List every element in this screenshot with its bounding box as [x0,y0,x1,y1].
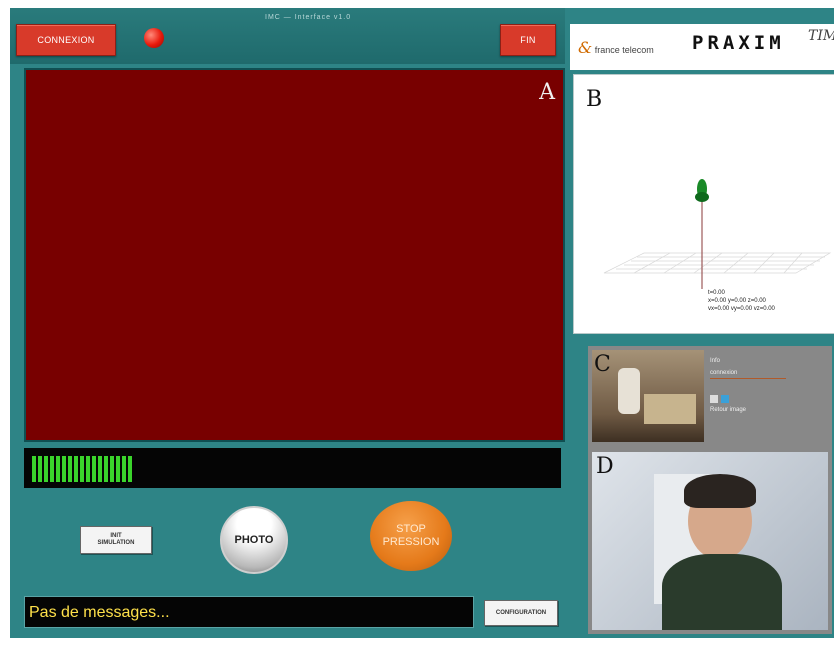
panel-a-label: A [539,80,555,105]
3d-view-panel-b: B t=0.00 x=0.00 y=0.00 z=0.00 vx=0.00 vy… [573,74,834,334]
panel-c-icons [710,395,828,403]
level-meter-segment [38,456,42,482]
checkbox-icon[interactable] [710,395,718,403]
level-meter-segment [86,456,90,482]
level-meter-segment [80,456,84,482]
level-meter-segment [110,456,114,482]
readout-line1: t=0.00 [708,290,725,296]
connect-button[interactable]: CONNEXION [16,24,116,56]
main-view-panel-a: A [24,68,565,442]
level-meter-segment [122,456,126,482]
panel-d-webcam-image: D [592,452,828,630]
application-window: CONNEXION IMC — Interface v1.0 FIN A INI… [10,8,834,638]
level-meter-segment [116,456,120,482]
stop-pressure-button[interactable]: STOP PRESSION [370,501,452,571]
readout-line3: vx=0.00 vy=0.00 vz=0.00 [708,306,775,312]
level-meter-segment [56,456,60,482]
blue-indicator-icon [721,395,729,403]
panel-c-info-label1: Info [710,358,721,364]
france-telecom-text: france telecom [594,45,654,55]
level-meter-segment [50,456,54,482]
panel-c-info-label2: connexion [710,370,738,376]
level-meter-segment [104,456,108,482]
floor-grid [603,252,832,274]
level-meter-segment [128,456,132,482]
init-simulation-line1: INIT [110,533,122,539]
stop-label-line2: PRESSION [382,536,440,548]
3d-probe-view [603,179,832,289]
panel-c-camera-image: C [592,350,704,442]
init-simulation-button[interactable]: INIT SIMULATION [80,526,152,554]
panel-c-info: Info connexion Retour image [710,350,828,442]
level-meter-segment [74,456,78,482]
stop-label-line1: STOP [396,523,426,535]
readout-line2: x=0.00 y=0.00 z=0.00 [708,298,766,304]
status-led-icon [144,28,164,48]
photo-button[interactable]: PHOTO [220,506,288,574]
level-meter-segment [92,456,96,482]
panel-c-info-label3: Retour image [710,407,747,413]
level-meter-segments [32,456,132,482]
pressure-level-meter [24,448,561,488]
level-meter-segment [98,456,102,482]
panel-c-divider [710,378,786,379]
level-meter-segment [44,456,48,482]
video-panel-cd: C Info connexion Retour image D [588,346,832,634]
praxim-logo: PRAXIM [692,32,785,54]
france-telecom-logo: & france telecom [578,38,654,57]
level-meter-segment [32,456,36,482]
panel-d-label: D [596,454,614,479]
coordinate-readout: t=0.00 x=0.00 y=0.00 z=0.00 vx=0.00 vy=0… [708,289,775,313]
message-bar: Pas de messages... [24,596,474,628]
panel-c-label: C [594,352,611,377]
timc-logo: TIMC [808,28,834,44]
end-button[interactable]: FIN [500,24,556,56]
level-meter-segment [62,456,66,482]
france-telecom-mark-icon: & [578,38,593,57]
init-simulation-line2: SIMULATION [97,540,135,546]
top-toolbar: CONNEXION IMC — Interface v1.0 FIN [10,8,565,64]
app-title: IMC — Interface v1.0 [265,14,352,21]
level-meter-segment [68,456,72,482]
probe-marker-icon [695,179,709,202]
logo-bar: & france telecom PRAXIM TIMC [570,24,834,70]
configuration-button[interactable]: CONFIGURATION [484,600,558,626]
